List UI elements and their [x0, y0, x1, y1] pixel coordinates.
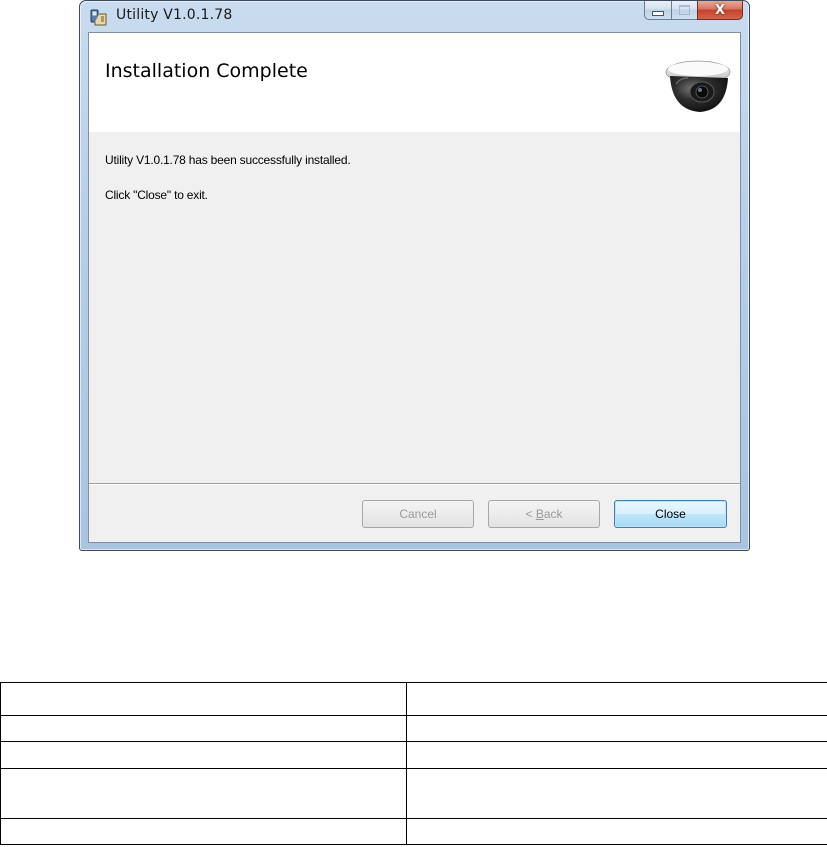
back-label-suffix: ack — [543, 507, 563, 521]
close-label: Close — [655, 507, 686, 521]
back-label-prefix: < — [525, 507, 536, 521]
table-cell — [0, 818, 407, 845]
table-row — [0, 768, 827, 819]
table-cell — [406, 682, 827, 716]
installer-icon — [90, 9, 107, 26]
back-button[interactable]: < Back — [488, 500, 600, 528]
document-table — [0, 682, 827, 845]
table-cell — [406, 818, 827, 845]
header-banner: Installation Complete — [89, 33, 740, 132]
table-row — [0, 818, 827, 845]
table-cell — [406, 715, 827, 742]
table-row — [0, 715, 827, 742]
window-title: Utility V1.0.1.78 — [116, 7, 233, 23]
banner-separator — [89, 131, 740, 132]
table-cell — [0, 768, 407, 819]
maximize-button — [671, 1, 697, 20]
window-controls: X — [644, 1, 743, 20]
footer-divider-highlight — [89, 484, 740, 485]
cancel-label: Cancel — [399, 507, 437, 521]
table-row — [0, 682, 827, 716]
table-cell — [0, 741, 407, 769]
back-label: < Back — [525, 507, 562, 521]
document-page: Utility V1.0.1.78 X Installation Complet… — [0, 0, 827, 847]
page-title: Installation Complete — [105, 60, 308, 82]
success-message: Utility V1.0.1.78 has been successfully … — [105, 153, 351, 167]
table-row — [0, 741, 827, 769]
back-label-accelerator: B — [535, 507, 544, 521]
dialog-client-area: Installation Complete Utility V1.0.1.78 … — [88, 32, 741, 543]
table-cell — [0, 682, 407, 716]
title-bar[interactable]: Utility V1.0.1.78 X — [80, 1, 749, 33]
minimize-icon — [652, 10, 664, 16]
minimize-button[interactable] — [644, 1, 671, 20]
exit-instruction: Click "Close" to exit. — [105, 188, 208, 202]
close-button[interactable]: Close — [614, 500, 727, 528]
maximize-icon — [679, 5, 690, 15]
close-icon: X — [714, 2, 726, 18]
window-close-button[interactable]: X — [697, 1, 743, 20]
table-cell — [0, 715, 407, 742]
cancel-button[interactable]: Cancel — [362, 500, 474, 528]
installer-window: Utility V1.0.1.78 X Installation Complet… — [79, 0, 750, 551]
dome-camera-image — [665, 60, 731, 112]
table-cell — [406, 768, 827, 819]
table-cell — [406, 741, 827, 769]
